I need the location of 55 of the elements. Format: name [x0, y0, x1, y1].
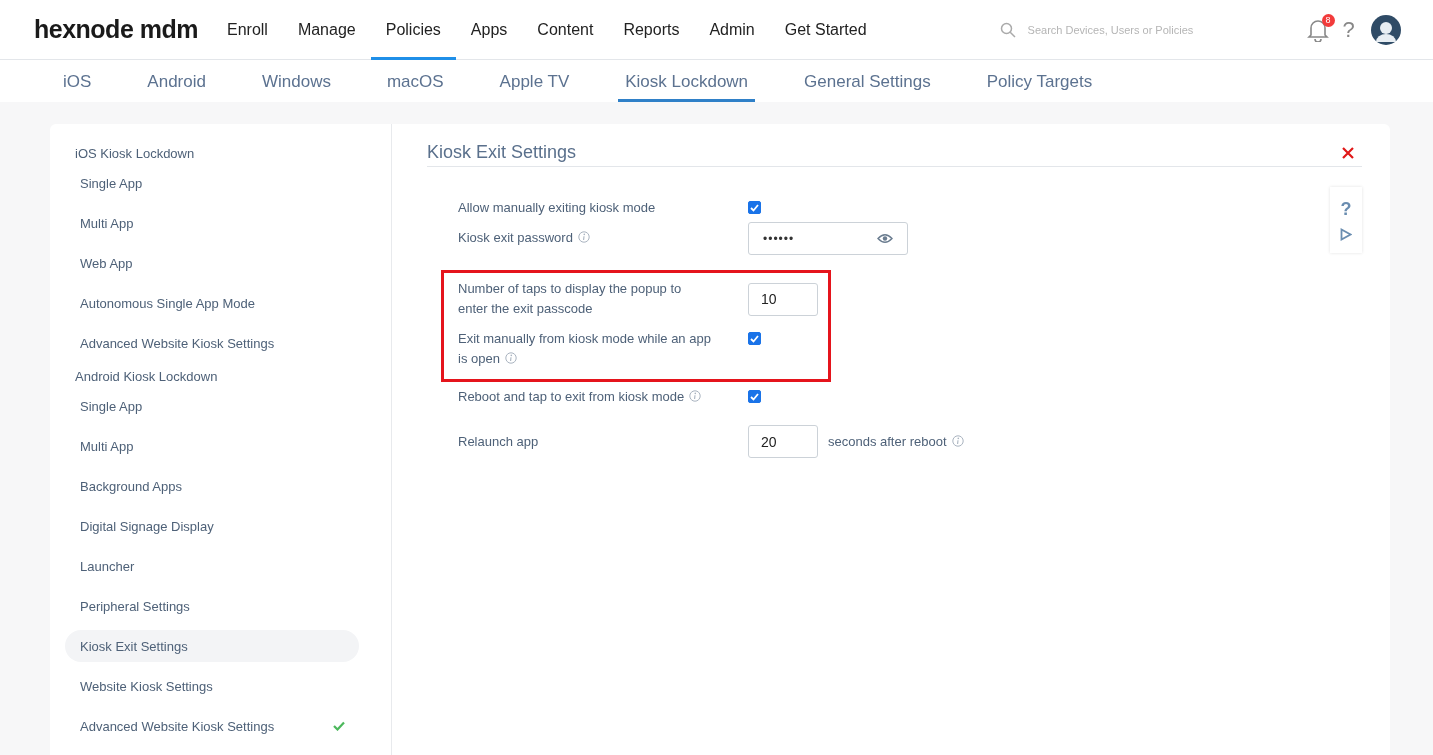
platform-tab[interactable]: Policy Targets: [979, 60, 1100, 102]
sidebar-item[interactable]: Background Apps: [65, 470, 359, 502]
nav-tab[interactable]: Admin: [694, 0, 770, 60]
platform-tab[interactable]: Apple TV: [492, 60, 577, 102]
platform-tab[interactable]: Kiosk Lockdown: [618, 60, 756, 102]
setting-label: Kiosk exit password: [458, 228, 748, 248]
number-field[interactable]: 20: [748, 425, 818, 458]
sidebar-item[interactable]: Web App: [65, 247, 359, 279]
panel-title: Kiosk Exit Settings: [427, 142, 577, 163]
platform-tab[interactable]: General Settings: [797, 60, 938, 102]
notification-badge: 8: [1321, 13, 1335, 27]
sidebar-item[interactable]: Advanced Website Kiosk Settings: [65, 327, 359, 359]
sidebar-item[interactable]: Autonomous Single App Mode: [65, 287, 359, 319]
sidebar-item[interactable]: Launcher: [65, 550, 359, 582]
sidebar-item[interactable]: Single App: [65, 390, 359, 422]
help-button[interactable]: ?: [1342, 16, 1355, 43]
logo[interactable]: hexnode mdm: [34, 15, 198, 44]
suffix-label: seconds after reboot: [828, 434, 964, 449]
platform-tab[interactable]: Windows: [254, 60, 338, 102]
avatar-icon[interactable]: [1370, 14, 1401, 45]
checkbox[interactable]: [748, 332, 761, 345]
nav-tab[interactable]: Reports: [608, 0, 695, 60]
setting-label: Reboot and tap to exit from kiosk mode: [458, 387, 748, 407]
help-button[interactable]: ?: [1340, 199, 1352, 220]
number-field[interactable]: 10: [748, 282, 818, 316]
close-icon[interactable]: [1342, 146, 1354, 159]
play-icon[interactable]: [1340, 228, 1352, 241]
sidebar-item[interactable]: Multi App: [65, 430, 359, 462]
eye-icon[interactable]: [877, 233, 893, 244]
checkbox[interactable]: [748, 390, 761, 403]
platform-tab[interactable]: iOS: [56, 60, 99, 102]
sidebar-item[interactable]: Advanced Website Kiosk Settings: [65, 710, 359, 742]
platform-tab[interactable]: macOS: [379, 60, 451, 102]
password-field[interactable]: ••••••: [748, 222, 908, 255]
checkbox[interactable]: [748, 201, 761, 214]
nav-tab[interactable]: Apps: [455, 0, 523, 60]
sidebar-item[interactable]: Website Kiosk Settings: [65, 670, 359, 702]
sidebar-item[interactable]: Peripheral Settings: [65, 590, 359, 622]
platform-tab[interactable]: Android: [140, 60, 213, 102]
nav-tab[interactable]: Manage: [282, 0, 371, 60]
nav-tab[interactable]: Content: [522, 0, 609, 60]
nav-tab[interactable]: Get Started: [769, 0, 882, 60]
setting-label: Relaunch app: [458, 432, 540, 451]
sidebar-item[interactable]: Multi App: [65, 207, 359, 239]
sidebar-group-title: iOS Kiosk Lockdown: [74, 145, 196, 163]
sidebar-item[interactable]: Digital Signage Display: [65, 510, 359, 542]
search-icon: [999, 21, 1016, 38]
setting-label: Exit manually from kiosk mode while an app is open: [458, 330, 712, 368]
sidebar-item[interactable]: Kiosk Exit Settings: [65, 630, 359, 662]
nav-tab[interactable]: Enroll: [212, 0, 283, 60]
sidebar-item[interactable]: Single App: [65, 167, 359, 199]
setting-label: Number of taps to display the popup to enter the exit passcode: [458, 280, 683, 318]
bell-icon[interactable]: [1306, 17, 1329, 42]
sidebar-group-title: Android Kiosk Lockdown: [74, 368, 219, 386]
setting-label: Allow manually exiting kiosk mode: [458, 199, 657, 217]
